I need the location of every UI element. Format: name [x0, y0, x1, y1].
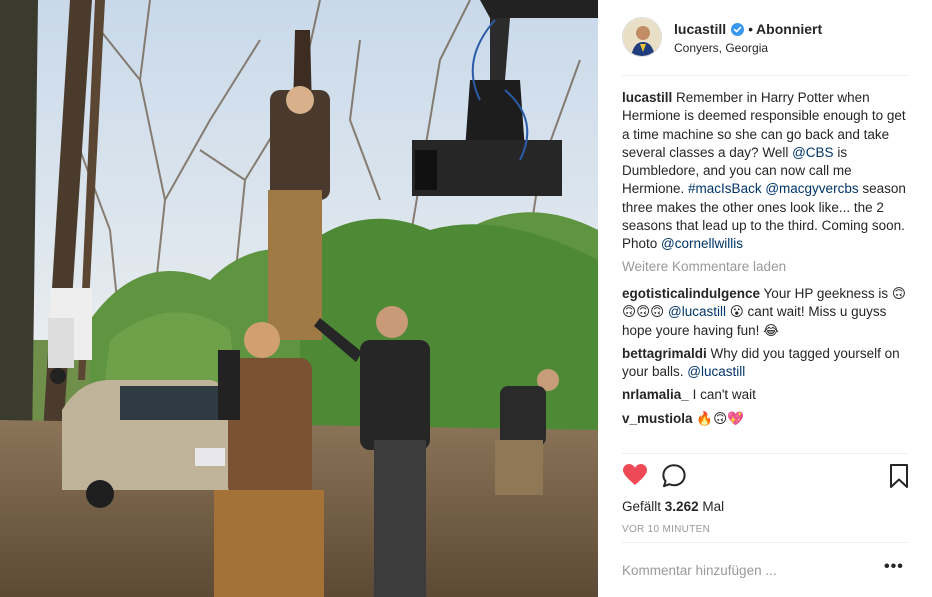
post-timestamp[interactable]: VOR 10 MINUTEN	[622, 524, 710, 535]
post-sidebar: lucastill • Abonniert Conyers, Georgia l…	[598, 0, 932, 597]
more-options-icon[interactable]: •••	[884, 558, 904, 576]
likes-count[interactable]: Gefällt 3.262 Mal	[622, 499, 724, 514]
add-comment-input[interactable]: Kommentar hinzufügen ...	[622, 563, 777, 578]
caption-mention-macgyvercbs[interactable]: @macgyvercbs	[765, 181, 858, 196]
likes-number: 3.262	[664, 499, 699, 514]
add-comment-divider	[622, 542, 908, 543]
caption-mention-photographer[interactable]: @cornellwillis	[661, 236, 743, 251]
comment: v_mustiola 🔥🙃💖	[622, 410, 912, 428]
comment-username[interactable]: egotisticalindulgence	[622, 286, 760, 301]
comment: nrlamalia_ I can't wait	[622, 386, 912, 404]
post-location[interactable]: Conyers, Georgia	[674, 41, 768, 55]
comments-divider	[622, 453, 908, 454]
likes-suffix: Mal	[702, 499, 725, 514]
follow-separator: •	[748, 21, 754, 37]
bookmark-icon[interactable]	[888, 463, 910, 494]
photo-scene	[0, 0, 598, 597]
post-header: lucastill • Abonniert Conyers, Georgia	[622, 17, 908, 75]
likes-prefix: Gefällt	[622, 499, 662, 514]
comment: egotisticalindulgence Your HP geekness i…	[622, 285, 912, 340]
caption-hashtag[interactable]: #macIsBack	[688, 181, 762, 196]
follow-status-button[interactable]: Abonniert	[756, 21, 822, 37]
caption-username[interactable]: lucastill	[622, 90, 672, 105]
load-more-comments-link[interactable]: Weitere Kommentare laden	[622, 259, 786, 274]
header-title-row: lucastill • Abonniert	[674, 21, 822, 37]
comment: bettagrimaldi Why did you tagged yoursel…	[622, 345, 912, 382]
comment-text: 🔥🙃💖	[696, 411, 744, 426]
comment-username[interactable]: bettagrimaldi	[622, 346, 707, 361]
heart-icon[interactable]	[622, 463, 648, 492]
comment-username[interactable]: v_mustiola	[622, 411, 693, 426]
comment-username[interactable]: nrlamalia_	[622, 387, 689, 402]
comment-mention[interactable]: @lucastill	[687, 364, 745, 379]
post-caption: lucastill Remember in Harry Potter when …	[622, 89, 910, 254]
verified-badge-icon	[731, 22, 745, 36]
avatar[interactable]	[622, 17, 662, 57]
header-divider	[622, 75, 908, 76]
caption-mention-cbs[interactable]: @CBS	[792, 145, 833, 160]
comment-mention[interactable]: @lucastill	[668, 304, 726, 319]
comment-text: I can't wait	[692, 387, 756, 402]
post-username[interactable]: lucastill	[674, 21, 726, 37]
comment-icon[interactable]	[661, 463, 687, 494]
post-photo[interactable]	[0, 0, 598, 597]
post-actions	[622, 463, 912, 491]
